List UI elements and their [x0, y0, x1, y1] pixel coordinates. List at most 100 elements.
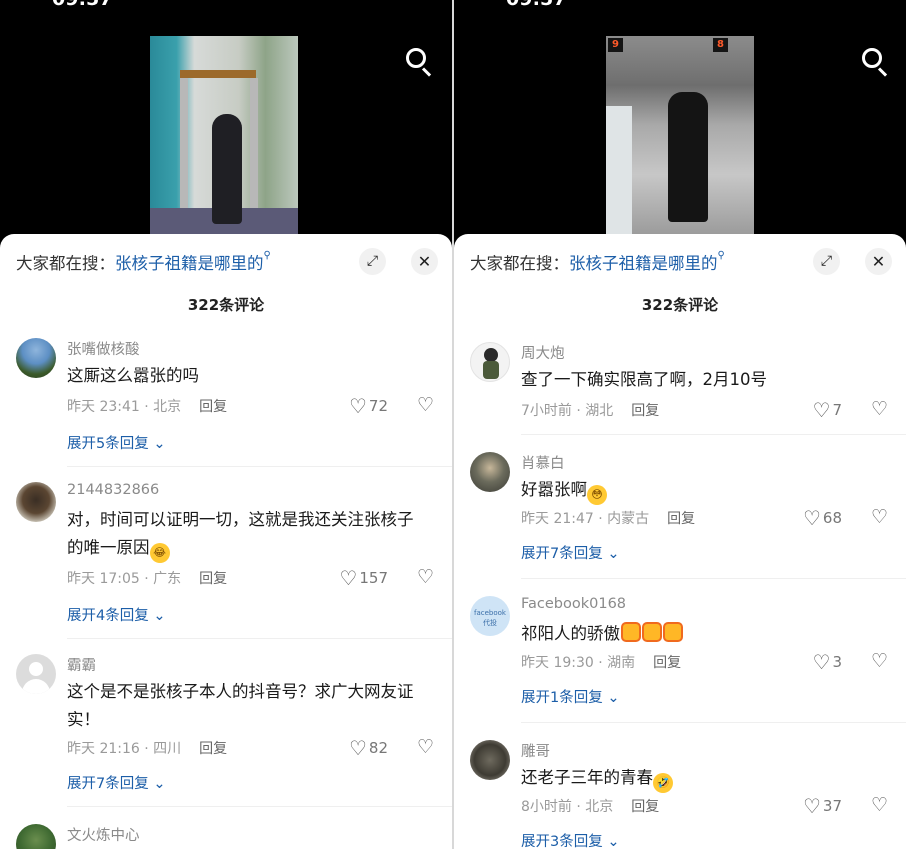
comment-username[interactable]: 文火炼中心	[67, 824, 140, 845]
like-button[interactable]: ♡ 3	[813, 650, 842, 674]
dislike-icon[interactable]: ♡	[417, 566, 434, 588]
expand-replies-label: 展开3条回复	[521, 834, 603, 849]
reply-button[interactable]: 回复	[199, 741, 227, 757]
comment-username[interactable]: 肖慕白	[521, 452, 565, 473]
like-count: 157	[359, 569, 388, 587]
comment-username[interactable]: 2144832866	[67, 482, 159, 498]
reply-button[interactable]: 回复	[653, 655, 681, 671]
avatar[interactable]	[16, 482, 56, 522]
thumbs-up-emoji	[663, 622, 683, 642]
dislike-icon[interactable]: ♡	[871, 794, 888, 816]
search-hint[interactable]: 大家都在搜：张核子祖籍是哪里的⚲	[16, 250, 271, 274]
video-player[interactable]	[150, 36, 298, 236]
expand-replies-link[interactable]: 展开4条回复 ⌄	[67, 604, 166, 625]
comment-meta: 昨天 17:05 · 广东 回复	[67, 568, 227, 588]
divider	[67, 638, 452, 639]
expand-icon[interactable]: ⤢	[813, 248, 840, 275]
comment-time-location: 7小时前 · 湖北	[521, 403, 614, 419]
chevron-down-icon: ⌄	[602, 690, 620, 706]
screenshot-pair: 09:57 大家都在搜：张核子祖籍是哪里的⚲ ⤢ ✕ 322条评论	[0, 0, 906, 849]
status-bar: 09:57	[52, 0, 408, 12]
reply-button[interactable]: 回复	[199, 571, 227, 587]
avatar[interactable]	[16, 338, 56, 378]
comment-text: 这个是不是张核子本人的抖音号？求广大网友证实！	[67, 682, 414, 729]
comment-text: 对，时间可以证明一切，这就是我还关注张核子的唯一原因 😂	[67, 506, 427, 563]
reply-button[interactable]: 回复	[631, 799, 659, 815]
like-button[interactable]: ♡ 72	[349, 394, 388, 418]
like-button[interactable]: ♡ 157	[339, 566, 388, 590]
security-gate-top	[180, 70, 256, 78]
dislike-icon[interactable]: ♡	[417, 394, 434, 416]
comment-meta: 昨天 19:30 · 湖南 回复	[521, 652, 681, 672]
comment-time-location: 昨天 23:41 · 北京	[67, 399, 182, 415]
like-button[interactable]: ♡ 82	[349, 736, 388, 760]
comment-username[interactable]: Facebook0168	[521, 596, 626, 612]
avatar[interactable]	[470, 740, 510, 780]
avatar[interactable]: facebook 代投	[470, 596, 510, 636]
heart-icon: ♡	[339, 566, 358, 590]
like-count: 7	[832, 401, 842, 419]
close-icon[interactable]: ✕	[865, 248, 892, 275]
close-icon[interactable]: ✕	[411, 248, 438, 275]
chevron-down-icon: ⌄	[148, 608, 166, 624]
search-hint-prefix: 大家都在搜：	[470, 254, 569, 273]
chevron-down-icon: ⌄	[602, 834, 620, 849]
avatar[interactable]	[470, 342, 510, 382]
heart-icon: ♡	[348, 736, 367, 760]
dislike-icon[interactable]: ♡	[871, 506, 888, 528]
reply-button[interactable]: 回复	[667, 511, 695, 527]
comment-text: 这厮这么嚣张的吗	[67, 366, 199, 385]
walking-person	[212, 114, 242, 224]
right-phone-screen: 09:57 9 8 大家都在搜：张核子祖籍是哪里的⚲ ⤢ ✕ 322条评论	[454, 0, 906, 849]
like-button[interactable]: ♡ 68	[803, 506, 842, 530]
avatar[interactable]	[470, 452, 510, 492]
comment-text-body: 对，时间可以证明一切，这就是我还关注张核子的唯一原因	[67, 510, 414, 557]
flushed-emoji: 😳	[587, 485, 607, 505]
expand-replies-link[interactable]: 展开7条回复 ⌄	[521, 542, 620, 563]
dislike-icon[interactable]: ♡	[871, 650, 888, 672]
comment-text-body: 好嚣张啊	[521, 480, 587, 499]
rofl-emoji: 🤣	[653, 773, 673, 793]
comment-username[interactable]: 张嘴做核酸	[67, 338, 140, 359]
avatar[interactable]	[16, 824, 56, 849]
expand-replies-link[interactable]: 展开5条回复 ⌄	[67, 432, 166, 453]
like-count: 68	[822, 509, 842, 527]
like-button[interactable]: ♡ 37	[803, 794, 842, 818]
comment-meta: 昨天 23:41 · 北京 回复	[67, 396, 227, 416]
comment-time-location: 昨天 17:05 · 广东	[67, 571, 182, 587]
bystander	[606, 106, 632, 234]
reply-button[interactable]: 回复	[631, 403, 659, 419]
expand-replies-label: 展开7条回复	[67, 776, 149, 792]
video-player[interactable]: 9 8	[606, 36, 754, 234]
comment-username[interactable]: 雕哥	[521, 740, 550, 761]
search-hint-query[interactable]: 张核子祖籍是哪里的	[569, 254, 718, 273]
comment-time-location: 昨天 19:30 · 湖南	[521, 655, 636, 671]
search-icon[interactable]	[406, 48, 432, 77]
walking-person	[668, 92, 708, 222]
search-hint-query[interactable]: 张核子祖籍是哪里的	[115, 254, 264, 273]
reply-button[interactable]: 回复	[199, 399, 227, 415]
expand-replies-link[interactable]: 展开7条回复 ⌄	[67, 772, 166, 793]
search-icon[interactable]	[862, 48, 888, 77]
comment-text-body: 祁阳人的骄傲	[521, 624, 620, 643]
expand-replies-link[interactable]: 展开3条回复 ⌄	[521, 830, 620, 849]
security-gate-post-right	[250, 78, 258, 228]
expand-icon[interactable]: ⤢	[359, 248, 386, 275]
search-icon: ⚲	[263, 250, 271, 261]
heart-icon: ♡	[348, 394, 367, 418]
expand-replies-link[interactable]: 展开1条回复 ⌄	[521, 686, 620, 707]
comment-username[interactable]: 霸霸	[67, 654, 96, 675]
dislike-icon[interactable]: ♡	[417, 736, 434, 758]
comment-text: 查了一下确实限高了啊，2月10号	[521, 370, 767, 389]
dislike-icon[interactable]: ♡	[871, 398, 888, 420]
comment-time-location: 昨天 21:47 · 内蒙古	[521, 511, 650, 527]
comment-username[interactable]: 周大炮	[521, 342, 565, 363]
search-hint[interactable]: 大家都在搜：张核子祖籍是哪里的⚲	[470, 250, 725, 274]
heart-icon: ♡	[812, 650, 831, 674]
like-button[interactable]: ♡ 7	[813, 398, 842, 422]
thumbs-up-emoji	[621, 622, 641, 642]
divider	[521, 722, 906, 723]
avatar[interactable]	[16, 654, 56, 694]
status-time: 09:57	[506, 0, 566, 10]
comment-sheet: 大家都在搜：张核子祖籍是哪里的⚲ ⤢ ✕ 322条评论 张嘴做核酸 这厮这么嚣张…	[0, 234, 452, 849]
